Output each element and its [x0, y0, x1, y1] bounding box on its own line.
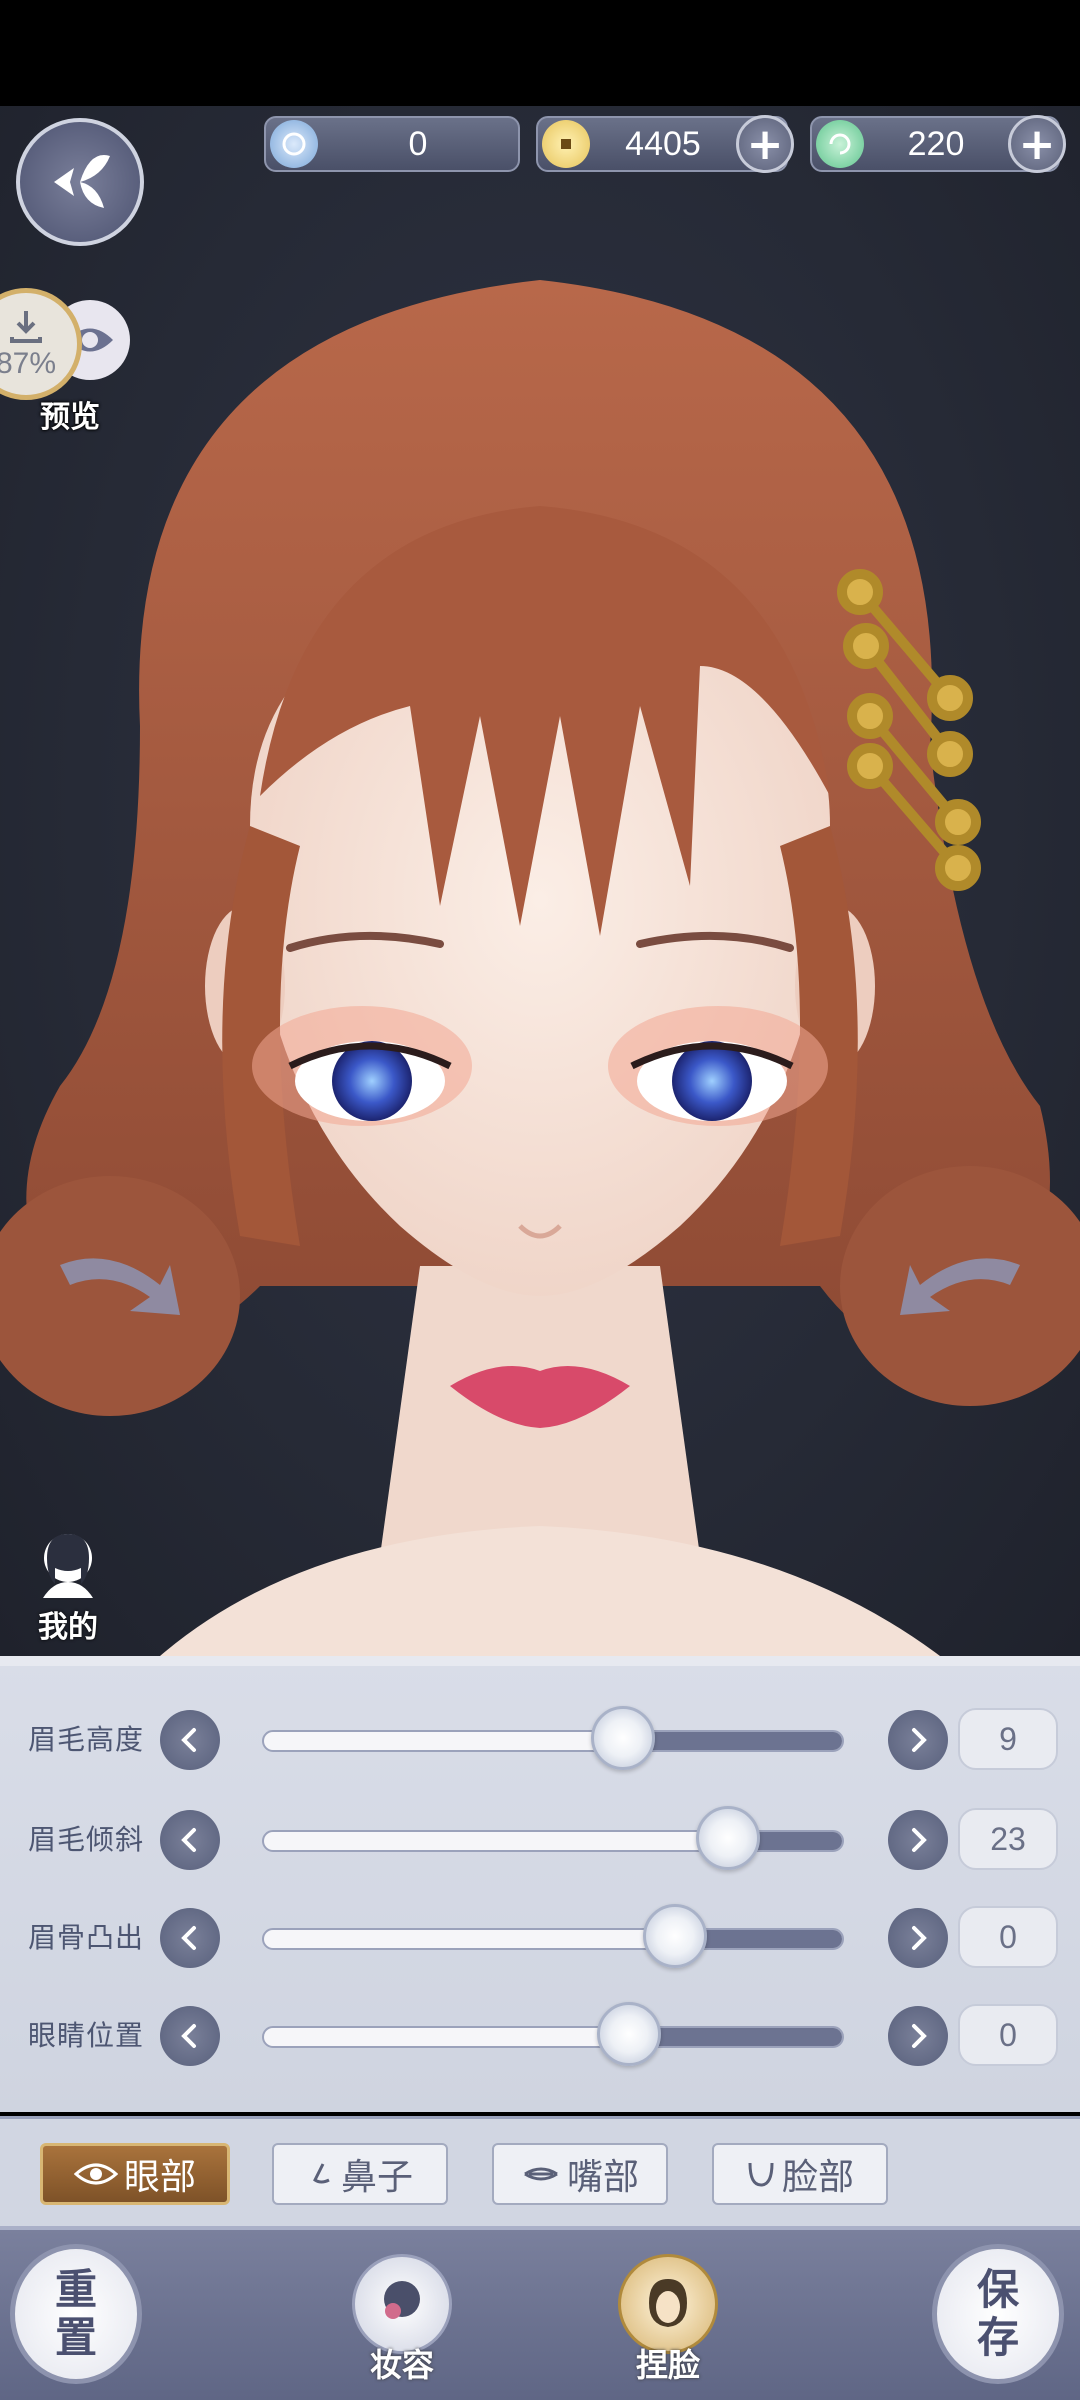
decrease-button[interactable] [160, 1810, 220, 1870]
slider-value: 0 [958, 1906, 1058, 1968]
decrease-button[interactable] [160, 1908, 220, 1968]
my-presets-label: 我的 [38, 1610, 98, 1645]
tab-eyes[interactable]: 眼部 [40, 2143, 230, 2205]
gem-value: 0 [408, 124, 428, 163]
chevron-left-icon [181, 2024, 196, 2048]
save-label: 保存 [932, 2244, 1064, 2384]
rotate-left-icon[interactable] [50, 1235, 190, 1335]
slider-track[interactable] [262, 1730, 844, 1752]
face-edit-label: 捏脸 [635, 2346, 700, 2384]
reset-label: 重置 [10, 2244, 142, 2384]
chevron-left-icon [181, 1728, 196, 1752]
add-coin-button[interactable]: + [736, 115, 794, 173]
slider-row: 眉骨凸出 0 [0, 1898, 1080, 1978]
face-contour-icon [748, 2162, 774, 2187]
gem-icon [270, 120, 318, 168]
decrease-button[interactable] [160, 2006, 220, 2066]
female-avatar-icon [43, 1534, 93, 1598]
tab-mouth-label: 嘴部 [566, 2157, 639, 2198]
makeup-icon [352, 2254, 452, 2354]
tab-mouth[interactable]: 嘴部 [492, 2143, 668, 2205]
coin-counter: 4405 + [536, 115, 794, 173]
eye-icon [73, 2163, 118, 2185]
decrease-button[interactable] [160, 1710, 220, 1770]
panel-edge [0, 1656, 1080, 1666]
slider-thumb[interactable] [643, 1904, 708, 1968]
category-tabs: 眼部 鼻子 嘴部 脸部 [0, 2116, 1080, 2226]
slider-row: 眼睛位置 0 [0, 1996, 1080, 2076]
download-percent: 87% [0, 347, 57, 380]
increase-button[interactable] [888, 1908, 948, 1968]
my-presets-button[interactable]: 我的 [28, 1528, 108, 1646]
bottom-nav: 重置 妆容 捏脸 保存 [0, 2226, 1080, 2400]
increase-button[interactable] [888, 2006, 948, 2066]
chevron-right-icon [912, 1728, 927, 1752]
increase-button[interactable] [888, 1810, 948, 1870]
stamina-value: 220 [907, 124, 965, 163]
chevron-left-icon [181, 1926, 196, 1950]
slider-label: 眉毛高度 [28, 1723, 145, 1756]
slider-track[interactable] [262, 2026, 844, 2048]
download-icon [10, 311, 42, 343]
chevron-right-icon [912, 2024, 927, 2048]
back-button[interactable] [16, 118, 144, 246]
slider-label: 眉骨凸出 [28, 1921, 145, 1954]
slider-value: 9 [958, 1708, 1058, 1770]
increase-button[interactable] [888, 1710, 948, 1770]
chevron-right-icon [912, 1926, 927, 1950]
makeup-label: 妆容 [369, 2346, 434, 2384]
slider-label: 眉毛倾斜 [28, 1823, 145, 1856]
add-stamina-button[interactable]: + [1008, 115, 1066, 173]
save-button[interactable]: 保存 [932, 2244, 1064, 2384]
chevron-right-icon [912, 1828, 927, 1852]
chevron-left-icon [181, 1828, 196, 1852]
butterfly-back-icon [54, 155, 110, 208]
slider-row: 眉毛高度 9 [0, 1700, 1080, 1780]
tab-face[interactable]: 脸部 [712, 2143, 888, 2205]
character-model [0, 280, 1080, 1656]
nose-icon [313, 2163, 330, 2184]
tab-nose[interactable]: 鼻子 [272, 2143, 448, 2205]
reset-button[interactable]: 重置 [10, 2244, 142, 2384]
slider-value: 23 [958, 1808, 1058, 1870]
face-edit-button[interactable]: 捏脸 [618, 2254, 718, 2386]
mouth-icon [524, 2167, 558, 2181]
slider-value: 0 [958, 2004, 1058, 2066]
slider-thumb[interactable] [695, 1806, 760, 1870]
preview-label: 预览 [40, 400, 100, 435]
rotate-right-icon[interactable] [890, 1235, 1030, 1335]
character-viewport[interactable] [0, 106, 1080, 1656]
gem-counter: 0 [264, 116, 520, 172]
slider-thumb[interactable] [596, 2002, 661, 2066]
tab-nose-label: 鼻子 [340, 2157, 413, 2198]
coin-value: 4405 [625, 124, 701, 163]
slider-track[interactable] [262, 1928, 844, 1950]
stamina-icon [816, 120, 864, 168]
tab-eyes-label: 眼部 [123, 2157, 196, 2198]
status-bar [0, 0, 1080, 106]
slider-row: 眉毛倾斜 23 [0, 1800, 1080, 1880]
tab-face-label: 脸部 [781, 2157, 854, 2198]
coin-icon [542, 120, 590, 168]
stamina-counter: 220 + [810, 115, 1066, 173]
slider-label: 眼睛位置 [28, 2019, 145, 2052]
makeup-button[interactable]: 妆容 [352, 2254, 452, 2386]
face-edit-icon [618, 2254, 718, 2354]
slider-thumb[interactable] [590, 1706, 655, 1770]
